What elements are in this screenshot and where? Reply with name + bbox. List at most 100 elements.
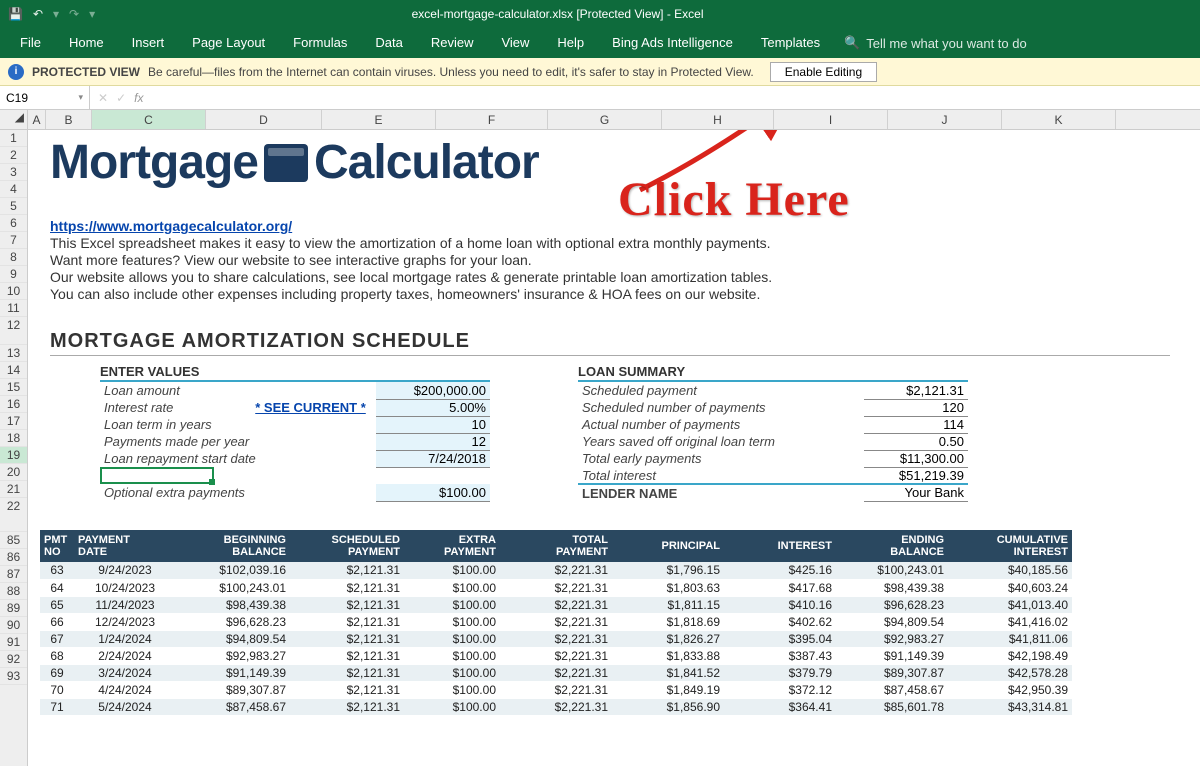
row-header-16[interactable]: 16 <box>0 396 27 413</box>
cell[interactable]: 1/24/2024 <box>74 630 176 647</box>
cell[interactable]: $1,841.52 <box>612 664 724 681</box>
row-header-89[interactable]: 89 <box>0 600 27 617</box>
row-header-88[interactable]: 88 <box>0 583 27 600</box>
cell[interactable]: $43,314.81 <box>948 698 1072 715</box>
cell[interactable]: $395.04 <box>724 630 836 647</box>
cell[interactable]: $42,198.49 <box>948 647 1072 664</box>
cell[interactable]: $100,243.01 <box>836 562 948 579</box>
cell[interactable]: $40,603.24 <box>948 579 1072 596</box>
cell[interactable]: $1,796.15 <box>612 562 724 579</box>
cell[interactable]: $100.00 <box>404 664 500 681</box>
cell[interactable]: $98,439.38 <box>176 596 290 613</box>
cell[interactable]: $85,601.78 <box>836 698 948 715</box>
row-header-86[interactable]: 86 <box>0 549 27 566</box>
cell[interactable]: $89,307.87 <box>836 664 948 681</box>
cell[interactable]: 68 <box>40 647 74 664</box>
cell[interactable]: 9/24/2023 <box>74 562 176 579</box>
cell[interactable]: $42,578.28 <box>948 664 1072 681</box>
cell[interactable]: 12/24/2023 <box>74 613 176 630</box>
table-row[interactable]: 704/24/2024$89,307.87$2,121.31$100.00$2,… <box>40 681 1072 698</box>
cell[interactable]: $100,243.01 <box>176 579 290 596</box>
cell[interactable]: $87,458.67 <box>176 698 290 715</box>
tab-view[interactable]: View <box>487 28 543 58</box>
cell[interactable]: 63 <box>40 562 74 579</box>
cell[interactable]: $100.00 <box>404 681 500 698</box>
tab-file[interactable]: File <box>6 28 55 58</box>
cell[interactable]: $87,458.67 <box>836 681 948 698</box>
cell[interactable]: $387.43 <box>724 647 836 664</box>
cell[interactable]: $2,121.31 <box>290 579 404 596</box>
cell[interactable]: 64 <box>40 579 74 596</box>
cell[interactable]: 69 <box>40 664 74 681</box>
save-icon[interactable]: 💾 <box>8 7 23 21</box>
cell[interactable]: $2,121.31 <box>290 596 404 613</box>
input-value[interactable]: 5.00% <box>376 399 490 416</box>
cell[interactable]: $100.00 <box>404 596 500 613</box>
col-header-A[interactable]: A <box>28 110 46 129</box>
cell[interactable]: $1,826.27 <box>612 630 724 647</box>
cell[interactable]: $2,221.31 <box>500 647 612 664</box>
table-row[interactable]: 682/24/2024$92,983.27$2,121.31$100.00$2,… <box>40 647 1072 664</box>
row-header-8[interactable]: 8 <box>0 249 27 266</box>
col-header-F[interactable]: F <box>436 110 548 129</box>
cell[interactable]: $1,849.19 <box>612 681 724 698</box>
row-header-17[interactable]: 17 <box>0 413 27 430</box>
name-box[interactable]: C19 <box>0 86 90 109</box>
cell[interactable]: $410.16 <box>724 596 836 613</box>
col-header-J[interactable]: J <box>888 110 1002 129</box>
cell[interactable]: $2,121.31 <box>290 681 404 698</box>
tab-templates[interactable]: Templates <box>747 28 834 58</box>
table-row[interactable]: 693/24/2024$91,149.39$2,121.31$100.00$2,… <box>40 664 1072 681</box>
table-row[interactable]: 6612/24/2023$96,628.23$2,121.31$100.00$2… <box>40 613 1072 630</box>
tab-insert[interactable]: Insert <box>118 28 179 58</box>
cell[interactable]: $102,039.16 <box>176 562 290 579</box>
col-header-I[interactable]: I <box>774 110 888 129</box>
website-link[interactable]: https://www.mortgagecalculator.org/ <box>50 218 292 234</box>
row-header-18[interactable]: 18 <box>0 430 27 447</box>
cell[interactable]: 65 <box>40 596 74 613</box>
row-header-9[interactable]: 9 <box>0 266 27 283</box>
enable-editing-button[interactable]: Enable Editing <box>770 62 877 82</box>
table-row[interactable]: 639/24/2023$102,039.16$2,121.31$100.00$2… <box>40 562 1072 579</box>
cell[interactable]: $2,221.31 <box>500 613 612 630</box>
cell[interactable]: $91,149.39 <box>176 664 290 681</box>
cell[interactable]: 4/24/2024 <box>74 681 176 698</box>
tab-review[interactable]: Review <box>417 28 488 58</box>
cell[interactable]: $92,983.27 <box>836 630 948 647</box>
cell[interactable]: $1,856.90 <box>612 698 724 715</box>
col-header-E[interactable]: E <box>322 110 436 129</box>
tab-home[interactable]: Home <box>55 28 118 58</box>
row-header-21[interactable]: 21 <box>0 481 27 498</box>
cell[interactable]: $2,121.31 <box>290 698 404 715</box>
cell[interactable]: $2,121.31 <box>290 647 404 664</box>
cell[interactable]: $96,628.23 <box>176 613 290 630</box>
cell[interactable]: $402.62 <box>724 613 836 630</box>
cell[interactable]: $94,809.54 <box>836 613 948 630</box>
cell[interactable]: $2,221.31 <box>500 698 612 715</box>
cell[interactable]: $100.00 <box>404 613 500 630</box>
column-headers[interactable]: ◢ ABCDEFGHIJK <box>0 110 1200 130</box>
undo-icon[interactable]: ↶ <box>33 7 43 21</box>
col-header-D[interactable]: D <box>206 110 322 129</box>
row-header-87[interactable]: 87 <box>0 566 27 583</box>
tab-page-layout[interactable]: Page Layout <box>178 28 279 58</box>
accept-icon[interactable]: ✓ <box>116 91 126 105</box>
cell[interactable]: $98,439.38 <box>836 579 948 596</box>
worksheet[interactable]: Mortgage Calculator https://www.mortgage… <box>28 130 1200 766</box>
table-row[interactable]: 6511/24/2023$98,439.38$2,121.31$100.00$2… <box>40 596 1072 613</box>
input-value[interactable]: 10 <box>376 416 490 433</box>
cell[interactable]: 70 <box>40 681 74 698</box>
table-row[interactable]: 671/24/2024$94,809.54$2,121.31$100.00$2,… <box>40 630 1072 647</box>
row-header-15[interactable]: 15 <box>0 379 27 396</box>
cancel-icon[interactable]: ✕ <box>98 91 108 105</box>
cell[interactable]: $1,811.15 <box>612 596 724 613</box>
extra-payment-value[interactable]: $100.00 <box>376 484 490 501</box>
row-header-22[interactable]: 22 <box>0 498 27 532</box>
cell[interactable]: $100.00 <box>404 647 500 664</box>
tab-data[interactable]: Data <box>361 28 416 58</box>
row-header-19[interactable]: 19 <box>0 447 27 464</box>
row-header-85[interactable]: 85 <box>0 532 27 549</box>
row-header-90[interactable]: 90 <box>0 617 27 634</box>
input-value[interactable]: $200,000.00 <box>376 382 490 399</box>
col-header-B[interactable]: B <box>46 110 92 129</box>
